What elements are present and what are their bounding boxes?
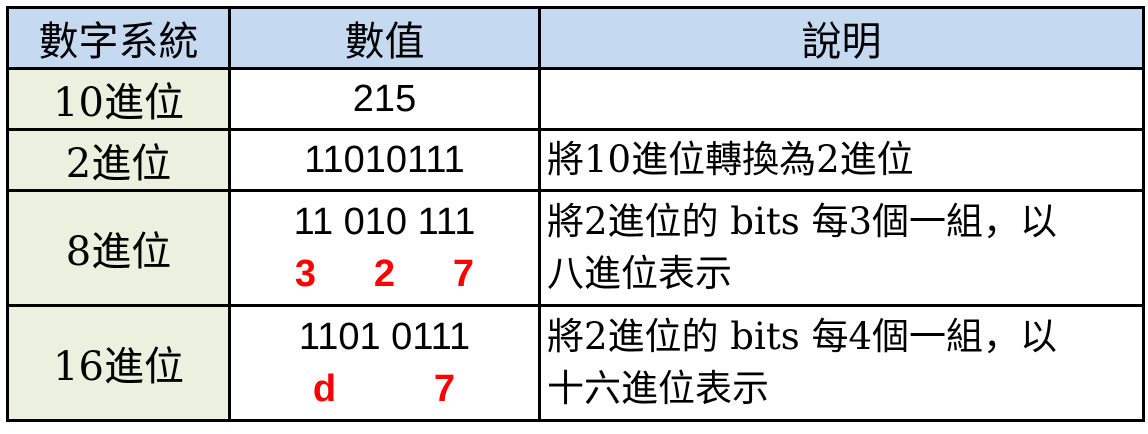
octal-digits: 3 2 7 — [233, 248, 537, 300]
value-text: 215 — [352, 78, 417, 120]
hex-digit: 7 — [433, 368, 456, 410]
table-row: 2進位 11010111 將10進位轉換為2進位 — [6, 128, 1145, 192]
number-system-table: 數字系統 數值 說明 10進位 215 2進位 11010111 將10進位轉換… — [6, 6, 1145, 422]
hex-digit: d — [312, 368, 337, 410]
value-cell: 11 010 111 3 2 7 — [228, 189, 541, 307]
description-line: 將2進位的 bits 每3個一組，以 — [547, 200, 1057, 243]
table-row: 10進位 215 — [6, 67, 1145, 131]
system-cell: 8進位 — [6, 189, 231, 307]
description-line: 十六進位表示 — [547, 367, 769, 410]
value-text: 1101 0111 — [298, 316, 471, 358]
table-row: 8進位 11 010 111 3 2 7 將2進位的 bits 每3個一組，以 … — [6, 189, 1145, 307]
description-line: 將2進位的 bits 每4個一組，以 — [547, 315, 1057, 358]
header-row: 數字系統 數值 說明 — [6, 6, 1145, 70]
description-line: 八進位表示 — [547, 252, 732, 295]
system-cell: 10進位 — [6, 67, 231, 131]
octal-digit: 2 — [373, 253, 396, 295]
description-cell — [538, 67, 1145, 131]
table-row: 16進位 1101 0111 d 7 將2進位的 bits 每4個一組，以 十六… — [6, 304, 1145, 422]
value-cell: 215 — [228, 67, 541, 131]
value-cell: 11010111 — [228, 128, 541, 192]
description-cell: 將2進位的 bits 每3個一組，以 八進位表示 — [538, 189, 1145, 307]
description-cell: 將10進位轉換為2進位 — [538, 128, 1145, 192]
hex-digits: d 7 — [233, 363, 537, 415]
system-cell: 2進位 — [6, 128, 231, 192]
header-system: 數字系統 — [6, 6, 231, 70]
header-value: 數值 — [228, 6, 541, 70]
description-cell: 將2進位的 bits 每4個一組，以 十六進位表示 — [538, 304, 1145, 422]
system-cell: 16進位 — [6, 304, 231, 422]
value-text: 11 010 111 — [293, 201, 476, 243]
octal-digit: 7 — [452, 253, 475, 295]
octal-digit: 3 — [294, 253, 317, 295]
header-description: 說明 — [538, 6, 1145, 70]
value-cell: 1101 0111 d 7 — [228, 304, 541, 422]
value-text: 11010111 — [304, 139, 465, 181]
